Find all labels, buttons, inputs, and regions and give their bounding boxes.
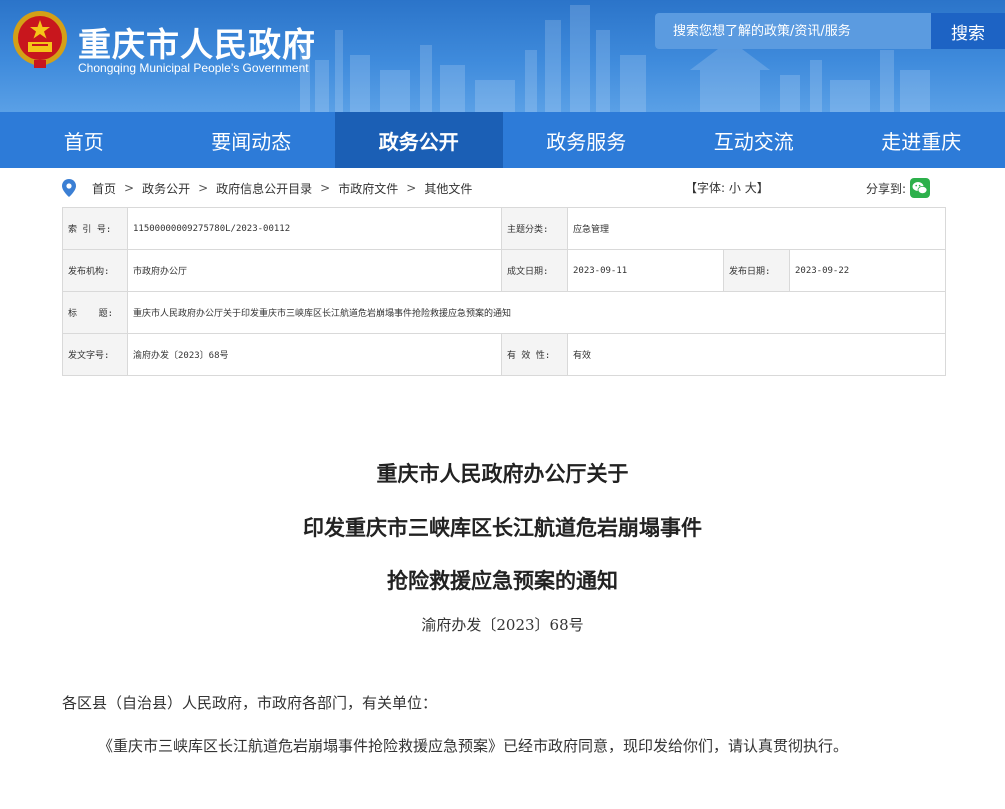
written-date-label: 成文日期:: [501, 249, 568, 292]
issuer-value: 市政府办公厅: [127, 249, 502, 292]
document-title-line-1: 重庆市人民政府办公厅关于: [376, 461, 629, 486]
topic-label: 主题分类:: [501, 207, 568, 250]
site-subtitle: Chongqing Municipal People’s Government: [78, 61, 309, 75]
document-number-label: 发文字号:: [62, 333, 128, 376]
title-label: 标 题:: [62, 291, 128, 334]
written-date-value: 2023-09-11: [567, 249, 724, 292]
salutation-paragraph: 各区县（自治县）人民政府，市政府各部门，有关单位：: [62, 694, 438, 712]
nav-home[interactable]: 首页: [0, 112, 168, 168]
nav-news[interactable]: 要闻动态: [168, 112, 336, 168]
nav-government-affairs[interactable]: 政务公开: [335, 112, 503, 168]
index-number-value: 11500000009275780L/2023-00112: [127, 207, 502, 250]
breadcrumb-separator: >: [406, 181, 417, 195]
document-title-line-2: 印发重庆市三峡库区长江航道危岩崩塌事件: [303, 515, 702, 540]
breadcrumb-separator: >: [124, 181, 135, 195]
breadcrumb-municipal-documents[interactable]: 市政府文件: [338, 180, 398, 197]
breadcrumb-government-affairs[interactable]: 政务公开: [142, 180, 190, 197]
table-row: 发文字号: 渝府办发〔2023〕68号 有 效 性: 有效: [62, 333, 946, 376]
share-label: 分享到:: [866, 181, 907, 196]
site-title[interactable]: 重庆市人民政府: [78, 18, 316, 66]
font-size-label: 【字体:: [685, 181, 726, 195]
font-size-close: 】: [756, 181, 769, 195]
nav-services[interactable]: 政务服务: [503, 112, 671, 168]
location-pin-icon: [62, 179, 76, 197]
validity-label: 有 效 性:: [501, 333, 568, 376]
breadcrumb-separator: >: [198, 181, 209, 195]
search-button[interactable]: 搜索: [931, 13, 1005, 49]
wechat-icon[interactable]: [910, 178, 931, 198]
national-emblem-logo: [13, 11, 67, 68]
topic-value: 应急管理: [567, 207, 946, 250]
index-number-label: 索 引 号:: [62, 207, 128, 250]
breadcrumb-info-catalog[interactable]: 政府信息公开目录: [216, 180, 312, 197]
title-value: 重庆市人民政府办公厅关于印发重庆市三峡库区长江航道危岩崩塌事件抢险救援应急预案的…: [127, 291, 946, 334]
breadcrumb-separator: >: [320, 181, 331, 195]
share-control: 分享到:: [866, 178, 931, 198]
issuer-label: 发布机构:: [62, 249, 128, 292]
nav-interaction[interactable]: 互动交流: [670, 112, 838, 168]
published-date-label: 发布日期:: [723, 249, 790, 292]
table-row: 标 题: 重庆市人民政府办公厅关于印发重庆市三峡库区长江航道危岩崩塌事件抢险救援…: [62, 291, 946, 334]
font-size-large-button[interactable]: 大: [745, 181, 757, 195]
document-metadata-table: 索 引 号: 11500000009275780L/2023-00112 主题分…: [62, 207, 946, 376]
breadcrumb: 首页 > 政务公开 > 政府信息公开目录 > 市政府文件 > 其他文件: [62, 176, 946, 200]
nav-about-chongqing[interactable]: 走进重庆: [838, 112, 1005, 168]
font-size-small-button[interactable]: 小: [729, 181, 741, 195]
font-size-control: 【字体: 小 大】: [685, 179, 769, 196]
document-title-line-3: 抢险救援应急预案的通知: [387, 568, 618, 593]
body-paragraph: 《重庆市三峡库区长江航道危岩崩塌事件抢险救援应急预案》已经市政府同意，现印发给你…: [98, 737, 849, 755]
validity-value: 有效: [567, 333, 946, 376]
breadcrumb-other-documents[interactable]: 其他文件: [424, 180, 472, 197]
site-header: 重庆市人民政府 Chongqing Municipal People’s Gov…: [0, 0, 1005, 112]
table-row: 发布机构: 市政府办公厅 成文日期: 2023-09-11 发布日期: 2023…: [62, 249, 946, 292]
document-number: 渝府办发〔2023〕68号: [421, 616, 584, 634]
table-row: 索 引 号: 11500000009275780L/2023-00112 主题分…: [62, 207, 946, 250]
published-date-value: 2023-09-22: [789, 249, 946, 292]
search-box: [655, 13, 931, 49]
main-nav: 首页 要闻动态 政务公开 政务服务 互动交流 走进重庆: [0, 112, 1005, 168]
document-number-value: 渝府办发〔2023〕68号: [127, 333, 502, 376]
breadcrumb-home[interactable]: 首页: [92, 180, 116, 197]
search-input[interactable]: [655, 13, 931, 49]
